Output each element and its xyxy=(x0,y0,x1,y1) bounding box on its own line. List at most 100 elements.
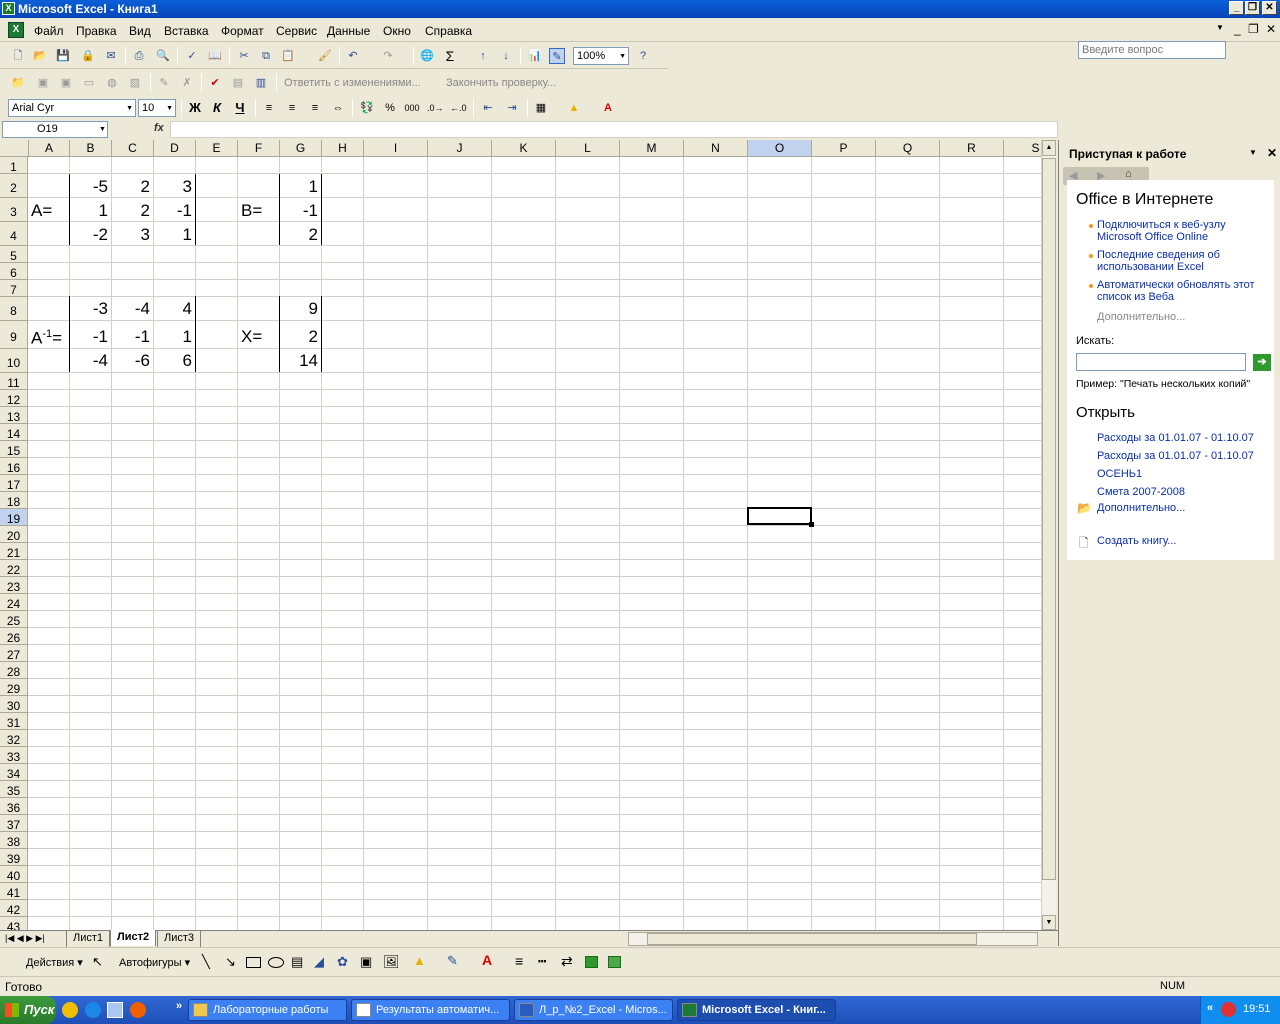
row-header[interactable]: 23 xyxy=(0,577,28,594)
oval-icon[interactable] xyxy=(268,957,284,968)
dash-style-icon[interactable]: ┅ xyxy=(538,953,546,970)
create-book-link[interactable]: Создать книгу... xyxy=(1097,535,1176,547)
scroll-up-icon[interactable]: ▲ xyxy=(1042,140,1056,156)
permission-icon[interactable]: 🔒 xyxy=(80,48,96,64)
save-icon[interactable]: 💾 xyxy=(55,48,71,64)
matrix-a-cell[interactable]: 1 xyxy=(70,201,112,221)
taskbar-button-excel[interactable]: Microsoft Excel - Книг... xyxy=(677,999,836,1021)
textbox-icon[interactable]: ▤ xyxy=(291,954,303,970)
spelling-icon[interactable]: ✓ xyxy=(184,48,200,64)
quicklaunch-icon-1[interactable] xyxy=(62,1002,78,1018)
row-header[interactable]: 36 xyxy=(0,798,28,815)
taskbar-button-folder[interactable]: Лабораторные работы xyxy=(188,999,347,1021)
row-header[interactable]: 8 xyxy=(0,297,28,321)
review-icon-8[interactable]: ▤ xyxy=(230,75,246,91)
column-header[interactable]: M xyxy=(620,140,684,157)
sort-descending-icon[interactable]: ↓ xyxy=(498,48,514,64)
vector-b-cell[interactable]: 2 xyxy=(280,225,322,245)
zoom-select[interactable]: 100% ▼ xyxy=(573,47,629,65)
first-sheet-icon[interactable]: |◀ ◀ ▶ ▶| xyxy=(5,933,45,944)
fill-color-icon[interactable]: ▲ xyxy=(566,100,582,116)
shadow-style-icon[interactable] xyxy=(585,956,598,968)
vertical-scrollbar[interactable]: ▲ ▼ xyxy=(1041,140,1056,930)
undo-icon[interactable]: ↶ xyxy=(345,48,361,64)
online-more-link[interactable]: Дополнительно... xyxy=(1097,311,1185,323)
row-header[interactable]: 28 xyxy=(0,662,28,679)
row-header[interactable]: 7 xyxy=(0,280,28,297)
review-icon-4[interactable]: ◍ xyxy=(104,75,120,91)
row-header[interactable]: 38 xyxy=(0,832,28,849)
sort-ascending-icon[interactable]: ↑ xyxy=(475,48,491,64)
search-go-icon[interactable]: ➔ xyxy=(1253,354,1271,371)
doc-restore-icon[interactable]: ❐ xyxy=(1248,22,1259,36)
online-link-autoupdate[interactable]: Автоматически обновлять этот список из В… xyxy=(1097,279,1267,303)
menu-format[interactable]: Формат xyxy=(221,24,264,38)
matrix-a-cell[interactable]: -2 xyxy=(70,225,112,245)
increase-indent-icon[interactable]: ⇥ xyxy=(504,100,520,116)
menu-file[interactable]: Файл xyxy=(34,24,64,38)
document-icon[interactable]: X xyxy=(8,22,24,38)
drawing-actions-menu[interactable]: Действия ▾ xyxy=(26,956,83,969)
matrix-a-inv-cell[interactable]: 4 xyxy=(154,299,196,319)
column-header[interactable]: D xyxy=(154,140,196,157)
underline-button[interactable]: Ч xyxy=(232,100,248,116)
row-header[interactable]: 1 xyxy=(0,157,28,174)
taskbar-button-word[interactable]: Л_р_№2_Excel - Micros... xyxy=(514,999,673,1021)
percent-button[interactable]: % xyxy=(382,100,398,116)
review-icon-9[interactable]: ▥ xyxy=(253,75,269,91)
row-header[interactable]: 18 xyxy=(0,492,28,509)
vector-x-cell[interactable]: 9 xyxy=(280,299,322,319)
row-header[interactable]: 2 xyxy=(0,174,28,198)
font-size-select[interactable]: 10 ▼ xyxy=(138,99,176,117)
media-player-icon[interactable] xyxy=(130,1002,146,1018)
new-icon[interactable]: 🗋 xyxy=(10,48,26,64)
ask-question-input[interactable]: Введите вопрос xyxy=(1078,41,1226,59)
recent-file-link[interactable]: ОСЕНЬ1 xyxy=(1097,468,1142,480)
recent-file-link[interactable]: Расходы за 01.01.07 - 01.10.07 xyxy=(1097,450,1254,462)
row-header[interactable]: 27 xyxy=(0,645,28,662)
font-color-icon[interactable]: A xyxy=(600,100,616,116)
column-header[interactable]: I xyxy=(364,140,428,157)
worksheet-grid[interactable]: ABCDEFGHIJKLMNOPQRS 1 2 3 4 5 6 7 8 9 10 11 12 13 14 1… xyxy=(0,140,1041,930)
diagram-icon[interactable]: ✿ xyxy=(337,954,348,970)
review-icon-7[interactable]: ✗ xyxy=(179,75,195,91)
chart-wizard-icon[interactable]: 📊 xyxy=(527,48,543,64)
recent-file-link[interactable]: Смета 2007-2008 xyxy=(1097,486,1185,498)
matrix-a-inv-cell[interactable]: -1 xyxy=(112,327,154,347)
task-pane-dropdown-icon[interactable]: ▼ xyxy=(1249,148,1257,157)
line-icon[interactable]: ╲ xyxy=(202,954,210,970)
matrix-a-cell[interactable]: 1 xyxy=(154,225,196,245)
matrix-a-inv-cell[interactable]: -3 xyxy=(70,299,112,319)
review-icon-3[interactable]: ▭ xyxy=(81,75,97,91)
scroll-down-icon[interactable]: ▼ xyxy=(1042,915,1056,930)
row-header[interactable]: 30 xyxy=(0,696,28,713)
autoshapes-menu[interactable]: Автофигуры ▾ xyxy=(119,956,190,969)
row-header[interactable]: 12 xyxy=(0,390,28,407)
reply-with-changes[interactable]: Ответить с изменениями... xyxy=(284,77,421,89)
row-header[interactable]: 22 xyxy=(0,560,28,577)
row-header[interactable]: 5 xyxy=(0,246,28,263)
row-header[interactable]: 43 xyxy=(0,917,28,930)
paste-icon[interactable]: 📋 xyxy=(280,48,296,64)
email-icon[interactable]: ✉ xyxy=(103,48,119,64)
font-color-draw-icon[interactable]: A xyxy=(482,952,492,968)
decrease-decimal-icon[interactable]: ←.0 xyxy=(450,100,467,116)
folder-icon[interactable]: 📁 xyxy=(10,75,26,91)
research-icon[interactable]: 📖 xyxy=(207,48,223,64)
task-pane-close-icon[interactable]: ✕ xyxy=(1267,146,1277,160)
row-header[interactable]: 40 xyxy=(0,866,28,883)
currency-icon[interactable]: 💱 xyxy=(359,100,375,116)
row-header[interactable]: 31 xyxy=(0,713,28,730)
quicklaunch-icon-3[interactable] xyxy=(107,1002,123,1018)
row-header[interactable]: 16 xyxy=(0,458,28,475)
start-button[interactable]: Пуск xyxy=(0,996,56,1024)
minimize-button[interactable]: _ xyxy=(1229,1,1244,15)
column-header[interactable]: E xyxy=(196,140,238,157)
column-header[interactable]: O xyxy=(748,140,812,157)
close-button[interactable]: ✕ xyxy=(1262,1,1277,15)
open-more-link[interactable]: Дополнительно... xyxy=(1097,502,1185,514)
row-header[interactable]: 19 xyxy=(0,509,28,526)
column-header[interactable]: N xyxy=(684,140,748,157)
ask-dropdown-icon[interactable]: ▼ xyxy=(1216,23,1224,32)
row-header[interactable]: 4 xyxy=(0,222,28,246)
